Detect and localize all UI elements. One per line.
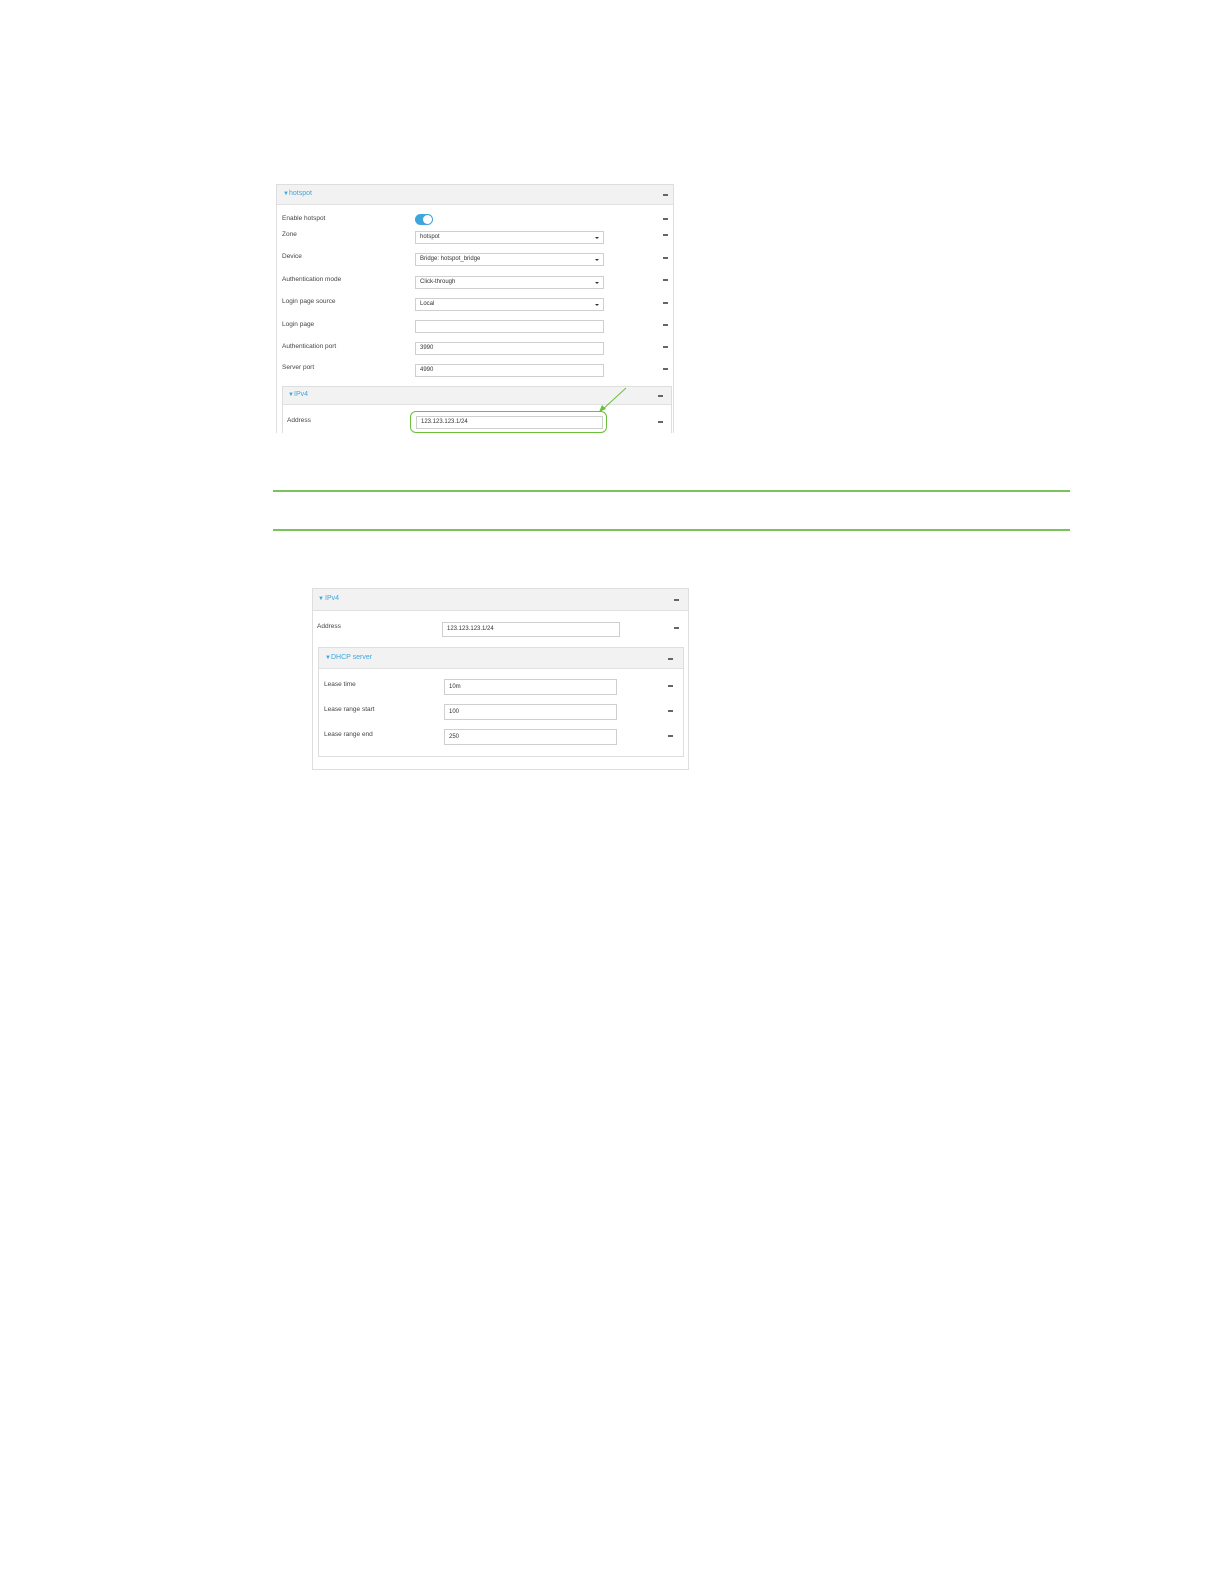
lease-time-input[interactable]: 10m: [444, 679, 617, 695]
field-label: Enable hotspot: [282, 215, 326, 222]
select-value: hotspot: [420, 234, 440, 240]
field-label: Address: [287, 417, 311, 424]
hotspot-panel-header[interactable]: ▼ hotspot: [277, 185, 673, 205]
caret-down-icon: ▼: [318, 596, 324, 602]
collapse-dash-icon[interactable]: [663, 279, 668, 281]
enable-hotspot-toggle[interactable]: [415, 214, 433, 225]
field-label: Device: [282, 253, 302, 260]
input-value: 123.123.123.1/24: [447, 626, 494, 632]
ipv4-panel-header[interactable]: ▼ IPv4: [313, 589, 688, 611]
login-page-input[interactable]: [415, 320, 604, 333]
ipv4-panel: ▼ IPv4 Address 123.123.123.1/24 ▼ DHCP s…: [312, 588, 689, 770]
select-value: Local: [420, 301, 435, 307]
input-value: 3990: [420, 345, 434, 351]
collapse-dash-icon[interactable]: [663, 234, 668, 236]
collapse-dash-icon[interactable]: [663, 368, 668, 370]
field-label: Lease range start: [324, 706, 375, 713]
dropdown-arrow-icon: [595, 304, 599, 306]
field-label: Authentication port: [282, 343, 337, 350]
panel-title: hotspot: [289, 190, 312, 197]
collapse-dash-icon[interactable]: [663, 302, 668, 304]
divider-rule-top: [273, 490, 1070, 492]
input-value: 100: [449, 709, 460, 715]
zone-select[interactable]: hotspot: [415, 231, 604, 244]
field-label: Lease time: [324, 681, 356, 688]
collapse-dash-icon[interactable]: [658, 421, 663, 423]
device-select[interactable]: Bridge: hotspot_bridge: [415, 253, 604, 266]
field-label: Server port: [282, 364, 315, 371]
collapse-dash-icon[interactable]: [674, 627, 679, 629]
dhcp-server-header[interactable]: ▼ DHCP server: [319, 648, 683, 669]
authentication-port-input[interactable]: 3990: [415, 342, 604, 355]
toggle-knob: [423, 215, 432, 224]
collapse-dash-icon[interactable]: [668, 658, 673, 660]
arrow-annotation-icon: [599, 387, 627, 412]
collapse-dash-icon[interactable]: [663, 218, 668, 220]
panel-title: DHCP server: [331, 654, 373, 661]
dropdown-arrow-icon: [595, 237, 599, 239]
input-value: 10m: [449, 684, 461, 690]
collapse-dash-icon[interactable]: [668, 710, 673, 712]
server-port-input[interactable]: 4990: [415, 364, 604, 377]
lease-range-end-input[interactable]: 250: [444, 729, 617, 745]
panel-title: IPv4: [325, 595, 340, 602]
login-page-source-select[interactable]: Local: [415, 298, 604, 311]
field-label: Login page source: [282, 298, 336, 305]
select-value: Click-through: [420, 279, 456, 285]
lease-range-start-input[interactable]: 100: [444, 704, 617, 720]
collapse-dash-icon[interactable]: [668, 735, 673, 737]
collapse-dash-icon[interactable]: [663, 324, 668, 326]
input-value: 4990: [420, 367, 434, 373]
dropdown-arrow-icon: [595, 259, 599, 261]
field-label: Login page: [282, 321, 315, 328]
collapse-dash-icon[interactable]: [663, 194, 668, 196]
panel-title: IPv4: [294, 391, 309, 398]
input-value: 250: [449, 734, 460, 740]
collapse-dash-icon[interactable]: [658, 395, 663, 397]
dhcp-server-subpanel: ▼ DHCP server Lease time 10m Lease range…: [318, 647, 684, 757]
address-highlight: [410, 411, 607, 433]
ipv4-address-input[interactable]: 123.123.123.1/24: [442, 622, 620, 637]
select-value: Bridge: hotspot_bridge: [420, 256, 481, 262]
dropdown-arrow-icon: [595, 282, 599, 284]
field-label: Address: [317, 623, 341, 630]
collapse-dash-icon[interactable]: [674, 599, 679, 601]
collapse-dash-icon[interactable]: [663, 346, 668, 348]
field-label: Zone: [282, 231, 297, 238]
collapse-dash-icon[interactable]: [668, 685, 673, 687]
authentication-mode-select[interactable]: Click-through: [415, 276, 604, 289]
field-label: Lease range end: [324, 731, 373, 738]
collapse-dash-icon[interactable]: [663, 257, 668, 259]
divider-rule-bottom: [273, 529, 1070, 531]
field-label: Authentication mode: [282, 276, 342, 283]
